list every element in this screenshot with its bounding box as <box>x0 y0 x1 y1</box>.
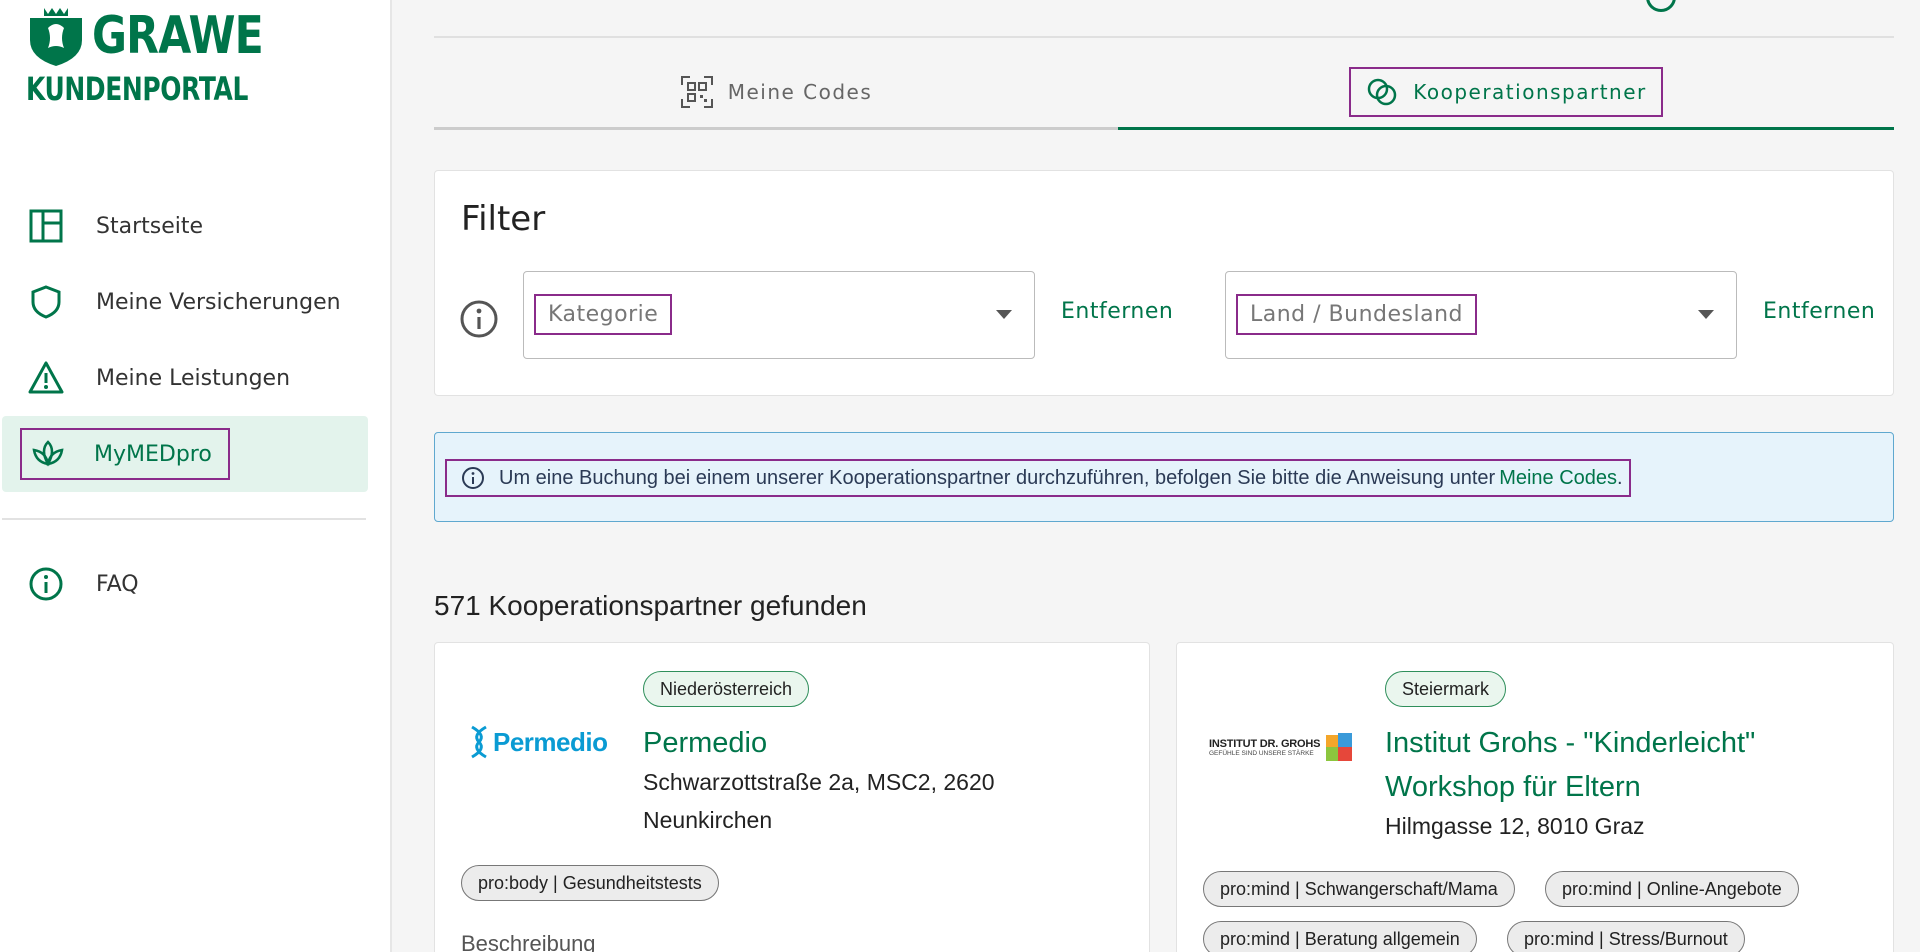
sidebar-item-leistungen[interactable]: Meine Leistungen <box>0 340 368 416</box>
user-icon[interactable] <box>1646 0 1676 12</box>
partner-logo: INSTITUT DR. GROHS GEFÜHLE SIND UNSERE S… <box>1209 731 1354 763</box>
category-tag[interactable]: pro:mind | Schwangerschaft/Mama <box>1203 871 1515 907</box>
category-select[interactable]: Kategorie <box>523 271 1035 359</box>
qr-code-icon <box>680 75 714 109</box>
colorful-squares-icon <box>1326 733 1353 761</box>
grawe-logo[interactable]: GRAWE KUNDENPORTAL <box>26 4 311 108</box>
logo-wordmark: GRAWE <box>92 6 264 66</box>
partner-card[interactable]: Permedio Niederösterreich Permedio Schwa… <box>434 642 1150 952</box>
sidebar-item-label: Startseite <box>96 213 204 239</box>
partner-logo-line2: GEFÜHLE SIND UNSERE STÄRKE <box>1209 749 1314 757</box>
chevron-down-icon <box>996 310 1012 319</box>
logo-subtitle: KUNDENPORTAL <box>26 70 248 108</box>
sidebar-item-mymedpro[interactable]: MyMEDpro <box>2 416 368 492</box>
tab-kooperationspartner[interactable]: Kooperationspartner <box>1118 56 1894 130</box>
sidebar-item-versicherungen[interactable]: Meine Versicherungen <box>0 264 368 340</box>
header-divider <box>434 36 1894 38</box>
region-badge: Niederösterreich <box>643 671 810 707</box>
info-icon <box>28 566 64 602</box>
partner-address-line1: Hilmgasse 12, 8010 Graz <box>1385 813 1645 839</box>
info-icon <box>462 467 484 489</box>
meine-codes-link[interactable]: Meine Codes <box>1499 467 1617 490</box>
partner-address-line2: Neunkirchen <box>643 807 773 833</box>
filter-title: Filter <box>461 199 546 239</box>
partner-logo: Permedio <box>469 725 608 759</box>
partner-address-line1: Schwarzottstraße 2a, MSC2, 2620 <box>643 769 995 795</box>
sidebar-nav: Startseite Meine Versicherungen Meine Le… <box>0 188 368 622</box>
region-placeholder: Land / Bundesland <box>1236 294 1477 335</box>
crest-icon <box>30 8 82 66</box>
filter-card: Filter Kategorie Entfernen Land / Bundes… <box>434 170 1894 396</box>
info-banner: Um eine Buchung bei einem unserer Kooper… <box>434 432 1894 522</box>
info-banner-suffix: . <box>1617 466 1623 489</box>
category-tag[interactable]: pro:mind | Online-Angebote <box>1545 871 1799 907</box>
sidebar-item-label: Meine Leistungen <box>96 365 291 391</box>
sidebar-item-highlight: MyMEDpro <box>20 428 230 480</box>
partner-name-line1[interactable]: Institut Grohs - "Kinderleicht" <box>1385 721 1755 765</box>
tab-meine-codes[interactable]: Meine Codes <box>434 56 1118 130</box>
partner-card[interactable]: INSTITUT DR. GROHS GEFÜHLE SIND UNSERE S… <box>1176 642 1894 952</box>
link-circles-icon <box>1365 75 1399 109</box>
tab-highlight: Kooperationspartner <box>1349 66 1663 117</box>
category-tag[interactable]: pro:body | Gesundheitstests <box>461 865 719 901</box>
sidebar-item-label: FAQ <box>96 571 139 597</box>
remove-region-button[interactable]: Entfernen <box>1763 299 1875 324</box>
partner-logo-text: Permedio <box>493 726 608 757</box>
info-icon[interactable] <box>459 299 499 339</box>
sidebar-divider <box>2 518 366 520</box>
remove-category-button[interactable]: Entfernen <box>1061 299 1173 324</box>
info-banner-text: Um eine Buchung bei einem unserer Kooper… <box>499 466 1496 489</box>
partner-logo-line1: INSTITUT DR. GROHS <box>1209 737 1321 750</box>
category-tag[interactable]: pro:mind | Stress/Burnout <box>1507 921 1745 952</box>
region-select[interactable]: Land / Bundesland <box>1225 271 1737 359</box>
sidebar-item-label: MyMEDpro <box>94 441 212 467</box>
partner-name-line2[interactable]: Workshop für Eltern <box>1385 765 1641 809</box>
sidebar-item-startseite[interactable]: Startseite <box>0 188 368 264</box>
partner-name[interactable]: Permedio <box>643 721 767 765</box>
category-placeholder: Kategorie <box>534 294 673 335</box>
shield-icon <box>28 284 64 320</box>
lotus-icon <box>30 436 66 472</box>
sidebar: GRAWE KUNDENPORTAL Startseite Meine Vers… <box>0 0 392 952</box>
partner-logo-text: INSTITUT DR. GROHS GEFÜHLE SIND UNSERE S… <box>1209 738 1320 757</box>
info-banner-message: Um eine Buchung bei einem unserer Kooper… <box>445 459 1631 497</box>
chevron-down-icon <box>1698 310 1714 319</box>
sidebar-item-label: Meine Versicherungen <box>96 289 341 315</box>
main-content: Meine Codes Kooperationspartner Filter K… <box>434 0 1894 952</box>
tab-label: Kooperationspartner <box>1413 79 1647 104</box>
warning-icon <box>28 360 64 396</box>
tab-bar: Meine Codes Kooperationspartner <box>434 56 1894 132</box>
dna-icon <box>471 725 487 759</box>
results-count: 571 Kooperationspartner gefunden <box>434 590 867 621</box>
region-badge: Steiermark <box>1385 671 1507 707</box>
description-label: Beschreibung <box>461 931 596 952</box>
tab-label: Meine Codes <box>727 79 873 104</box>
category-tag[interactable]: pro:mind | Beratung allgemein <box>1203 921 1477 952</box>
sidebar-item-faq[interactable]: FAQ <box>0 546 368 622</box>
dashboard-icon <box>28 208 64 244</box>
